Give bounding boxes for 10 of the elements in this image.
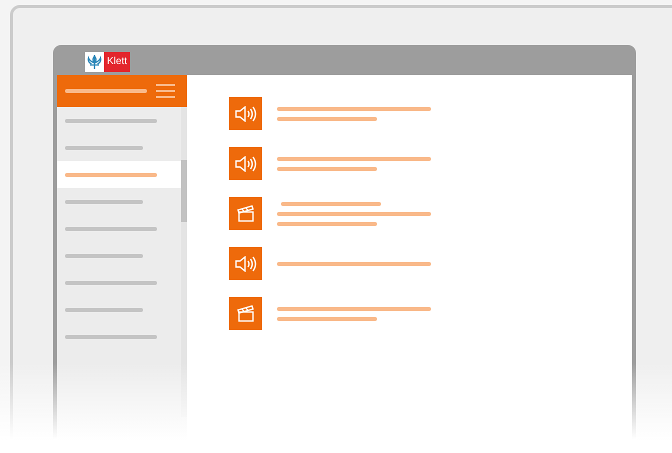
speaker-icon <box>234 106 256 122</box>
fleur-de-lis-icon <box>87 54 102 70</box>
clapperboard-icon <box>236 205 254 222</box>
sidebar-item[interactable] <box>57 161 181 188</box>
scroll-thumb[interactable] <box>181 160 187 222</box>
speaker-icon <box>234 256 256 272</box>
menu-icon[interactable] <box>156 84 175 98</box>
clapperboard-icon <box>236 305 254 322</box>
speaker-icon <box>234 156 256 172</box>
logo-text: Klett <box>104 52 130 72</box>
